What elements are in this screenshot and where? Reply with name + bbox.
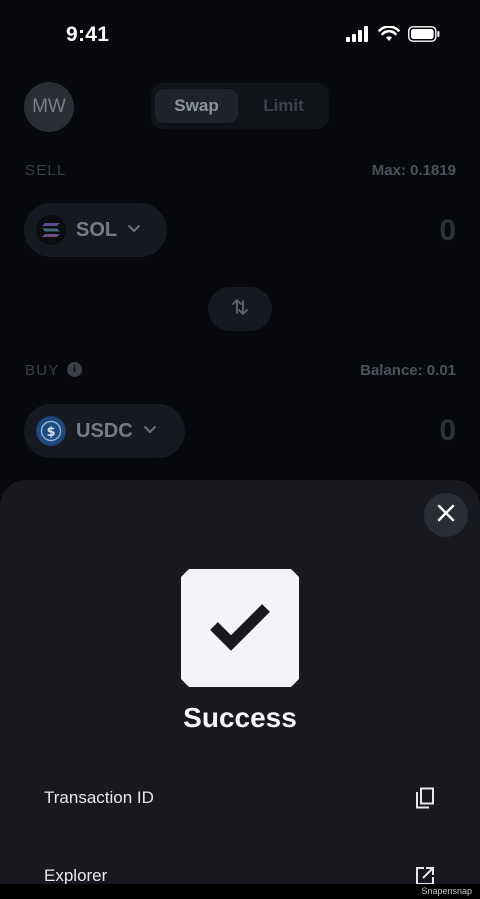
buy-amount-output: 0 [439,414,456,447]
copy-icon[interactable] [414,787,436,809]
avatar[interactable]: MW [24,82,74,132]
status-icons [346,25,440,47]
success-title: Success [183,702,297,733]
max-button[interactable]: Max: 0.1819 [372,162,456,179]
buy-token-selector[interactable]: $ USDC [24,404,185,458]
tab-limit[interactable]: Limit [242,89,325,123]
sol-token-icon [36,215,66,245]
status-time: 9:41 [66,23,110,46]
watermark-text: Snapensnap [421,886,472,896]
close-icon [437,504,455,527]
close-button[interactable] [424,493,468,537]
buy-balance: Balance: 0.01 [360,362,456,379]
swap-limit-toggle: Swap Limit [151,83,329,129]
cellular-signal-icon [346,26,370,47]
watermark-bar: Snapensnap [0,884,480,899]
wifi-icon [378,25,400,47]
battery-icon [408,26,440,47]
transaction-id-row[interactable]: Transaction ID [44,783,436,813]
checkmark-icon [208,601,272,656]
chevron-down-icon [143,422,157,440]
buy-token-name: USDC [76,419,133,442]
sell-token-name: SOL [76,218,118,241]
sell-amount-input[interactable]: 0 [439,214,456,248]
buy-label: BUY [25,362,60,379]
success-sheet: Success Transaction ID Explorer [0,480,480,899]
svg-text:$: $ [46,425,55,440]
info-icon[interactable]: i [67,362,82,377]
transaction-id-label: Transaction ID [44,788,154,807]
success-badge [181,569,299,687]
usdc-token-icon: $ [36,416,66,446]
tab-swap[interactable]: Swap [155,89,238,123]
swap-direction-button[interactable] [208,287,272,331]
status-bar: 9:41 [0,0,480,70]
swap-arrows-icon [231,297,249,322]
sell-label: SELL [25,162,67,179]
app-header: MW Swap Limit [0,80,480,132]
explorer-label: Explorer [44,866,108,885]
sell-token-selector[interactable]: SOL [24,203,167,257]
chevron-down-icon [127,221,141,239]
